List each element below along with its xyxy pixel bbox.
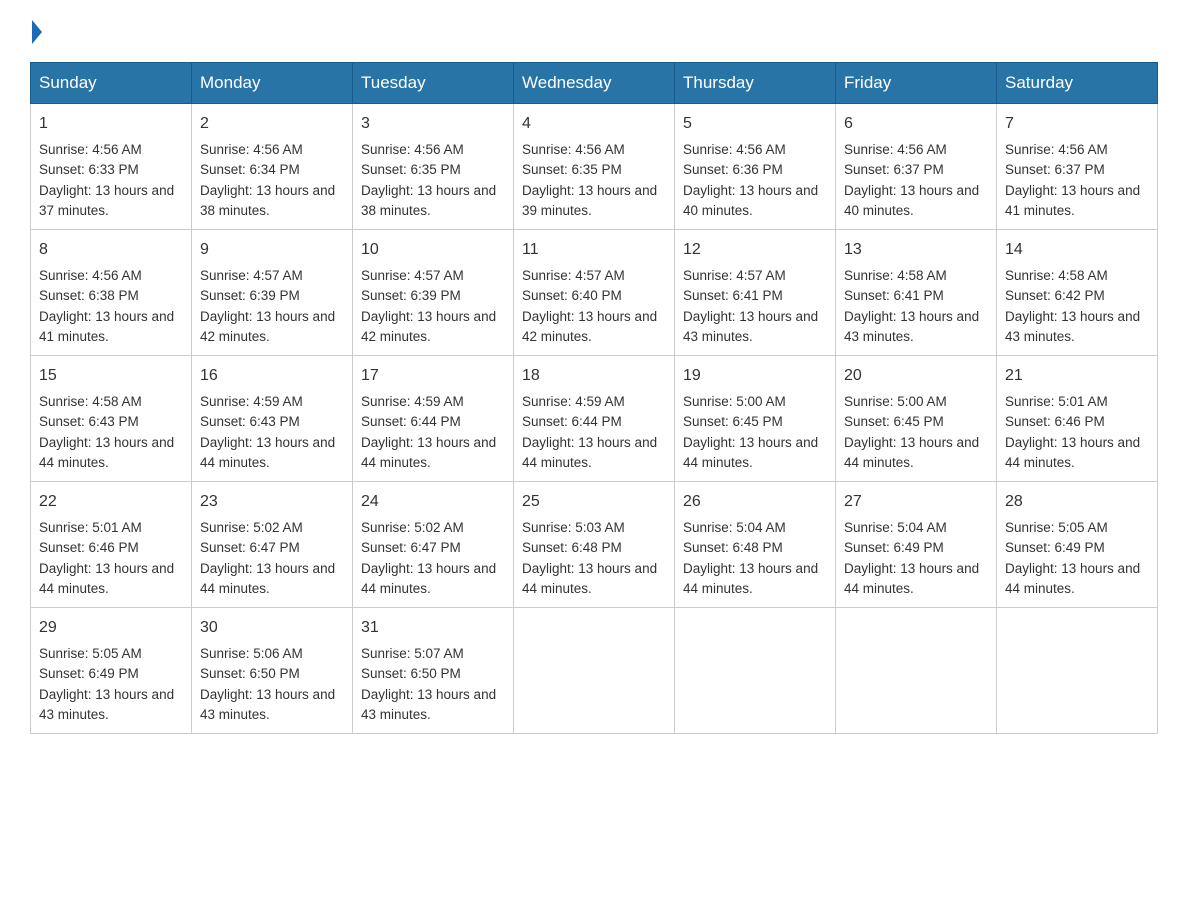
day-header-thursday: Thursday xyxy=(675,63,836,104)
day-number: 14 xyxy=(1005,238,1149,262)
calendar-cell: 13Sunrise: 4:58 AMSunset: 6:41 PMDayligh… xyxy=(836,230,997,356)
calendar-cell: 18Sunrise: 4:59 AMSunset: 6:44 PMDayligh… xyxy=(514,356,675,482)
day-number: 4 xyxy=(522,112,666,136)
day-header-saturday: Saturday xyxy=(997,63,1158,104)
calendar-cell xyxy=(997,608,1158,734)
calendar-cell: 30Sunrise: 5:06 AMSunset: 6:50 PMDayligh… xyxy=(192,608,353,734)
day-number: 24 xyxy=(361,490,505,514)
calendar-cell: 8Sunrise: 4:56 AMSunset: 6:38 PMDaylight… xyxy=(31,230,192,356)
calendar-cell: 3Sunrise: 4:56 AMSunset: 6:35 PMDaylight… xyxy=(353,104,514,230)
day-number: 19 xyxy=(683,364,827,388)
calendar-header: SundayMondayTuesdayWednesdayThursdayFrid… xyxy=(31,63,1158,104)
day-number: 13 xyxy=(844,238,988,262)
day-header-friday: Friday xyxy=(836,63,997,104)
calendar-table: SundayMondayTuesdayWednesdayThursdayFrid… xyxy=(30,62,1158,734)
calendar-cell: 26Sunrise: 5:04 AMSunset: 6:48 PMDayligh… xyxy=(675,482,836,608)
day-header-sunday: Sunday xyxy=(31,63,192,104)
calendar-cell: 10Sunrise: 4:57 AMSunset: 6:39 PMDayligh… xyxy=(353,230,514,356)
calendar-cell: 4Sunrise: 4:56 AMSunset: 6:35 PMDaylight… xyxy=(514,104,675,230)
calendar-cell: 28Sunrise: 5:05 AMSunset: 6:49 PMDayligh… xyxy=(997,482,1158,608)
day-number: 27 xyxy=(844,490,988,514)
calendar-cell: 12Sunrise: 4:57 AMSunset: 6:41 PMDayligh… xyxy=(675,230,836,356)
day-number: 1 xyxy=(39,112,183,136)
calendar-cell: 15Sunrise: 4:58 AMSunset: 6:43 PMDayligh… xyxy=(31,356,192,482)
logo-arrow-icon xyxy=(32,20,42,44)
page-header xyxy=(30,20,1158,44)
calendar-cell: 16Sunrise: 4:59 AMSunset: 6:43 PMDayligh… xyxy=(192,356,353,482)
day-number: 15 xyxy=(39,364,183,388)
calendar-cell: 11Sunrise: 4:57 AMSunset: 6:40 PMDayligh… xyxy=(514,230,675,356)
day-header-tuesday: Tuesday xyxy=(353,63,514,104)
calendar-body: 1Sunrise: 4:56 AMSunset: 6:33 PMDaylight… xyxy=(31,104,1158,734)
calendar-cell: 17Sunrise: 4:59 AMSunset: 6:44 PMDayligh… xyxy=(353,356,514,482)
calendar-cell xyxy=(836,608,997,734)
day-number: 21 xyxy=(1005,364,1149,388)
calendar-cell: 19Sunrise: 5:00 AMSunset: 6:45 PMDayligh… xyxy=(675,356,836,482)
day-number: 16 xyxy=(200,364,344,388)
day-number: 26 xyxy=(683,490,827,514)
calendar-cell xyxy=(675,608,836,734)
day-number: 7 xyxy=(1005,112,1149,136)
calendar-cell: 20Sunrise: 5:00 AMSunset: 6:45 PMDayligh… xyxy=(836,356,997,482)
calendar-cell: 6Sunrise: 4:56 AMSunset: 6:37 PMDaylight… xyxy=(836,104,997,230)
day-number: 30 xyxy=(200,616,344,640)
calendar-cell: 25Sunrise: 5:03 AMSunset: 6:48 PMDayligh… xyxy=(514,482,675,608)
calendar-cell: 1Sunrise: 4:56 AMSunset: 6:33 PMDaylight… xyxy=(31,104,192,230)
day-number: 23 xyxy=(200,490,344,514)
calendar-cell: 31Sunrise: 5:07 AMSunset: 6:50 PMDayligh… xyxy=(353,608,514,734)
calendar-cell: 21Sunrise: 5:01 AMSunset: 6:46 PMDayligh… xyxy=(997,356,1158,482)
day-number: 29 xyxy=(39,616,183,640)
calendar-week-1: 1Sunrise: 4:56 AMSunset: 6:33 PMDaylight… xyxy=(31,104,1158,230)
day-number: 22 xyxy=(39,490,183,514)
day-number: 11 xyxy=(522,238,666,262)
day-number: 8 xyxy=(39,238,183,262)
calendar-cell: 23Sunrise: 5:02 AMSunset: 6:47 PMDayligh… xyxy=(192,482,353,608)
day-header-wednesday: Wednesday xyxy=(514,63,675,104)
calendar-cell: 22Sunrise: 5:01 AMSunset: 6:46 PMDayligh… xyxy=(31,482,192,608)
day-header-monday: Monday xyxy=(192,63,353,104)
day-number: 28 xyxy=(1005,490,1149,514)
day-number: 3 xyxy=(361,112,505,136)
calendar-week-5: 29Sunrise: 5:05 AMSunset: 6:49 PMDayligh… xyxy=(31,608,1158,734)
calendar-cell: 27Sunrise: 5:04 AMSunset: 6:49 PMDayligh… xyxy=(836,482,997,608)
calendar-cell: 9Sunrise: 4:57 AMSunset: 6:39 PMDaylight… xyxy=(192,230,353,356)
calendar-week-2: 8Sunrise: 4:56 AMSunset: 6:38 PMDaylight… xyxy=(31,230,1158,356)
calendar-cell: 29Sunrise: 5:05 AMSunset: 6:49 PMDayligh… xyxy=(31,608,192,734)
day-number: 12 xyxy=(683,238,827,262)
calendar-cell: 5Sunrise: 4:56 AMSunset: 6:36 PMDaylight… xyxy=(675,104,836,230)
day-number: 6 xyxy=(844,112,988,136)
logo xyxy=(30,20,42,44)
calendar-week-3: 15Sunrise: 4:58 AMSunset: 6:43 PMDayligh… xyxy=(31,356,1158,482)
day-number: 17 xyxy=(361,364,505,388)
day-number: 31 xyxy=(361,616,505,640)
day-number: 20 xyxy=(844,364,988,388)
calendar-cell: 24Sunrise: 5:02 AMSunset: 6:47 PMDayligh… xyxy=(353,482,514,608)
calendar-cell xyxy=(514,608,675,734)
day-number: 25 xyxy=(522,490,666,514)
calendar-cell: 7Sunrise: 4:56 AMSunset: 6:37 PMDaylight… xyxy=(997,104,1158,230)
day-number: 18 xyxy=(522,364,666,388)
day-number: 10 xyxy=(361,238,505,262)
calendar-cell: 2Sunrise: 4:56 AMSunset: 6:34 PMDaylight… xyxy=(192,104,353,230)
calendar-cell: 14Sunrise: 4:58 AMSunset: 6:42 PMDayligh… xyxy=(997,230,1158,356)
day-number: 5 xyxy=(683,112,827,136)
day-number: 2 xyxy=(200,112,344,136)
calendar-week-4: 22Sunrise: 5:01 AMSunset: 6:46 PMDayligh… xyxy=(31,482,1158,608)
day-number: 9 xyxy=(200,238,344,262)
